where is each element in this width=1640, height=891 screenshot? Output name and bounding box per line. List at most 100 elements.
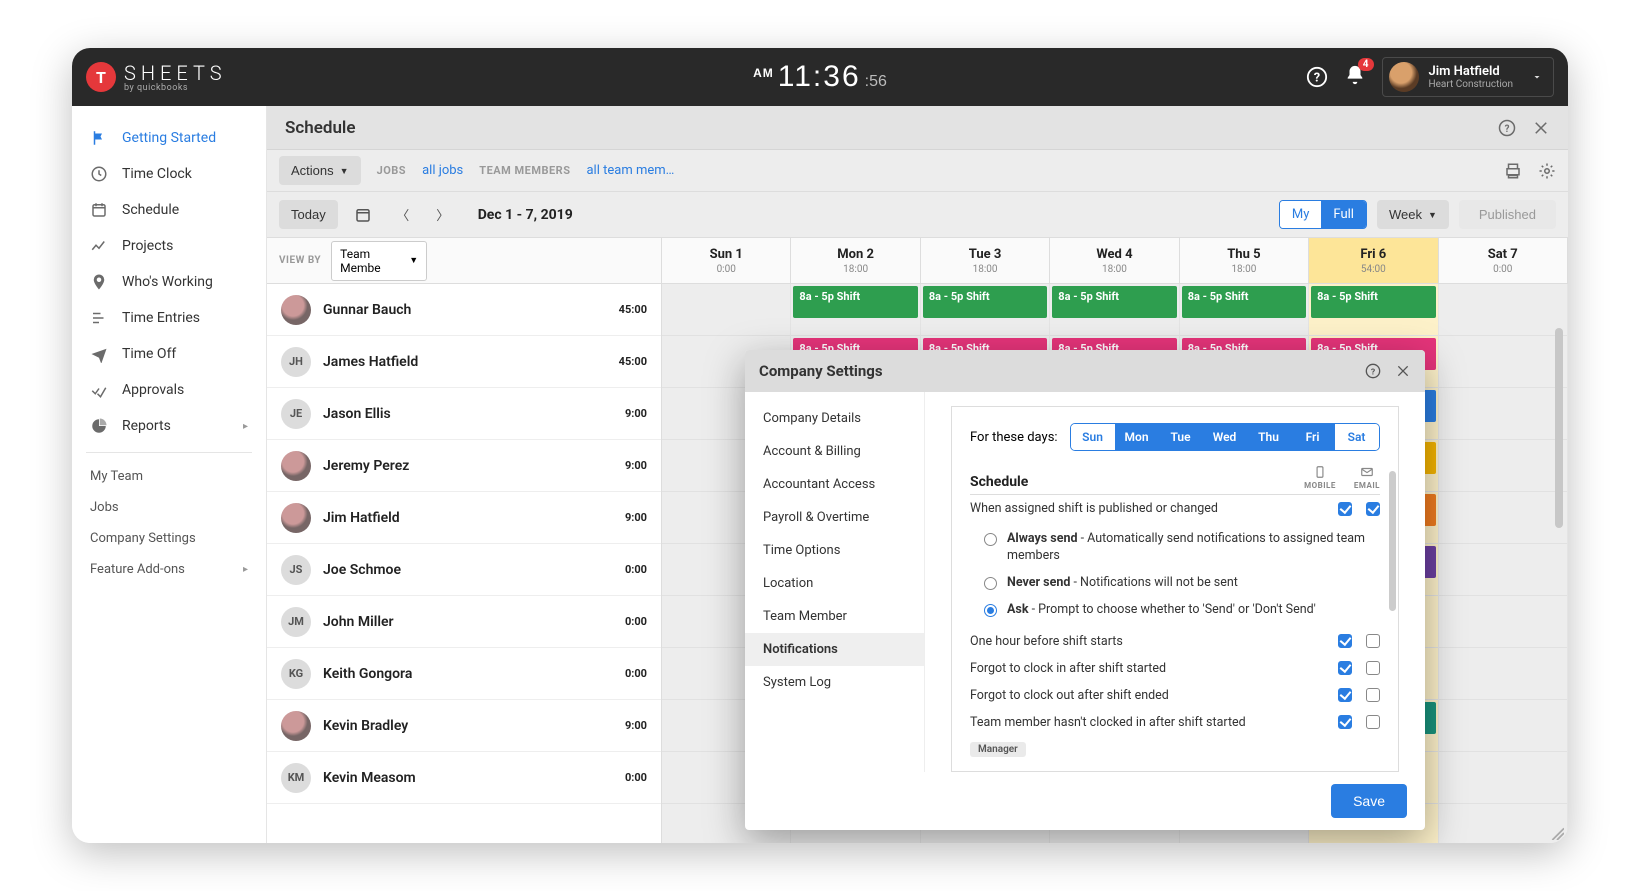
help-icon[interactable]: ? (1498, 119, 1516, 137)
checkbox-email[interactable] (1366, 715, 1380, 729)
nav-reports[interactable]: Reports▸ (72, 408, 266, 444)
panel-scrollbar[interactable] (1389, 411, 1396, 767)
checkbox-email[interactable] (1366, 688, 1380, 702)
settings-tab-location[interactable]: Location (745, 567, 924, 600)
nav-time-entries[interactable]: Time Entries (72, 300, 266, 336)
prev-button[interactable]: 〈 (388, 200, 418, 230)
shift-chip[interactable]: 8a - 5p Shift (1311, 286, 1435, 318)
radio-always-send[interactable]: Always send - Automatically send notific… (984, 526, 1380, 570)
settings-tab-company-details[interactable]: Company Details (745, 402, 924, 435)
day-toggle-sat[interactable]: Sat (1335, 424, 1379, 450)
radio-never-send[interactable]: Never send - Notifications will not be s… (984, 570, 1380, 597)
nav-whos-working[interactable]: Who's Working (72, 264, 266, 300)
member-row[interactable]: Kevin Bradley9:00 (267, 700, 661, 752)
jobs-filter[interactable]: all jobs (422, 163, 463, 178)
day-toggle-tue[interactable]: Tue (1159, 424, 1203, 450)
schedule-cell[interactable] (1439, 752, 1567, 804)
shift-chip[interactable]: 8a - 5p Shift (1182, 286, 1306, 318)
day-toggle-mon[interactable]: Mon (1115, 424, 1159, 450)
my-full-toggle[interactable]: My Full (1279, 200, 1367, 229)
radio-ask[interactable]: Ask - Prompt to choose whether to 'Send'… (984, 597, 1380, 624)
checkbox-mobile[interactable] (1338, 502, 1352, 516)
settings-tab-payroll-overtime[interactable]: Payroll & Overtime (745, 501, 924, 534)
published-button[interactable]: Published (1459, 200, 1556, 229)
today-button[interactable]: Today (279, 200, 338, 229)
user-menu[interactable]: Jim Hatfield Heart Construction (1382, 57, 1555, 97)
actions-button[interactable]: Actions▼ (279, 156, 361, 185)
schedule-cell[interactable] (662, 284, 790, 336)
schedule-cell[interactable] (1439, 440, 1567, 492)
resize-handle[interactable] (1550, 825, 1564, 839)
schedule-cell[interactable]: 8a - 5p Shift (791, 284, 919, 336)
settings-tab-time-options[interactable]: Time Options (745, 534, 924, 567)
member-row[interactable]: Jeremy Perez9:00 (267, 440, 661, 492)
close-icon[interactable] (1395, 363, 1411, 379)
view-dropdown[interactable]: Week▼ (1377, 200, 1449, 229)
notifications-button[interactable]: 4 (1344, 64, 1366, 90)
checkbox-email[interactable] (1366, 661, 1380, 675)
help-icon[interactable]: ? (1306, 66, 1328, 88)
nav-schedule[interactable]: Schedule (72, 192, 266, 228)
close-icon[interactable] (1532, 119, 1550, 137)
schedule-cell[interactable] (1439, 388, 1567, 440)
seg-my[interactable]: My (1280, 201, 1322, 228)
member-row[interactable]: Jim Hatfield9:00 (267, 492, 661, 544)
schedule-cell[interactable] (1439, 700, 1567, 752)
day-toggle-wed[interactable]: Wed (1203, 424, 1247, 450)
checkbox-mobile[interactable] (1338, 688, 1352, 702)
checkbox-mobile[interactable] (1338, 634, 1352, 648)
settings-tab-accountant-access[interactable]: Accountant Access (745, 468, 924, 501)
nav-time-off[interactable]: Time Off (72, 336, 266, 372)
member-row[interactable]: KGKeith Gongora0:00 (267, 648, 661, 700)
member-row[interactable]: Gunnar Bauch45:00 (267, 284, 661, 336)
viewby-select[interactable]: Team Membe▼ (331, 241, 427, 281)
schedule-cell[interactable]: 8a - 5p Shift (1050, 284, 1178, 336)
days-segment[interactable]: SunMonTueWedThuFriSat (1070, 423, 1380, 451)
schedule-cell[interactable] (1439, 336, 1567, 388)
settings-tab-system-log[interactable]: System Log (745, 666, 924, 699)
day-toggle-sun[interactable]: Sun (1071, 424, 1115, 450)
save-button[interactable]: Save (1331, 784, 1407, 818)
nav-getting-started[interactable]: Getting Started (72, 120, 266, 156)
schedule-cell[interactable] (1439, 284, 1567, 336)
schedule-cell[interactable] (1439, 648, 1567, 700)
shift-chip[interactable]: 8a - 5p Shift (923, 286, 1047, 318)
seg-full[interactable]: Full (1321, 201, 1366, 228)
checkbox-mobile[interactable] (1338, 715, 1352, 729)
nav-time-clock[interactable]: Time Clock (72, 156, 266, 192)
checkbox-email[interactable] (1366, 502, 1380, 516)
settings-tab-notifications[interactable]: Notifications (745, 633, 924, 666)
gear-icon[interactable] (1538, 162, 1556, 180)
settings-tab-account-billing[interactable]: Account & Billing (745, 435, 924, 468)
nav-my-team[interactable]: My Team (72, 461, 266, 492)
day-toggle-thu[interactable]: Thu (1247, 424, 1291, 450)
member-row[interactable]: KMKevin Measom0:00 (267, 752, 661, 804)
nav-projects[interactable]: Projects (72, 228, 266, 264)
shift-chip[interactable]: 8a - 5p Shift (793, 286, 917, 318)
schedule-cell[interactable] (1439, 492, 1567, 544)
schedule-cell[interactable] (1439, 544, 1567, 596)
print-icon[interactable] (1504, 162, 1522, 180)
nav-company-settings[interactable]: Company Settings (72, 523, 266, 554)
team-members-filter[interactable]: all team mem… (586, 163, 674, 178)
checkbox-mobile[interactable] (1338, 661, 1352, 675)
shift-chip[interactable]: 8a - 5p Shift (1052, 286, 1176, 318)
schedule-cell[interactable]: 8a - 5p Shift (1180, 284, 1308, 336)
member-row[interactable]: JMJohn Miller0:00 (267, 596, 661, 648)
member-row[interactable]: JHJames Hatfield45:00 (267, 336, 661, 388)
nav-jobs[interactable]: Jobs (72, 492, 266, 523)
next-button[interactable]: 〉 (428, 200, 458, 230)
nav-approvals[interactable]: Approvals (72, 372, 266, 408)
checkbox-email[interactable] (1366, 634, 1380, 648)
help-icon[interactable]: ? (1365, 363, 1381, 379)
member-row[interactable]: JEJason Ellis9:00 (267, 388, 661, 440)
schedule-cell[interactable]: 8a - 5p Shift (921, 284, 1049, 336)
member-row[interactable]: JSJoe Schmoe0:00 (267, 544, 661, 596)
calendar-picker[interactable] (348, 200, 378, 230)
nav-feature-addons[interactable]: Feature Add-ons▸ (72, 554, 266, 585)
schedule-cell[interactable]: 8a - 5p Shift (1309, 284, 1437, 336)
settings-tab-team-member[interactable]: Team Member (745, 600, 924, 633)
schedule-cell[interactable] (1439, 596, 1567, 648)
day-toggle-fri[interactable]: Fri (1291, 424, 1335, 450)
vertical-scrollbar[interactable] (1554, 238, 1564, 843)
